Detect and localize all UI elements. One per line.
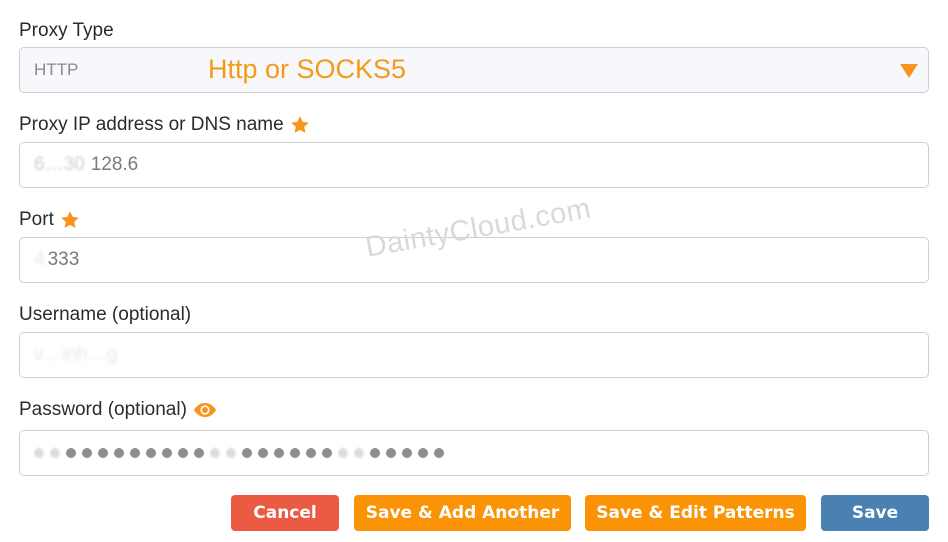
password-label: Password (optional) [19, 399, 217, 421]
password-dot [178, 448, 188, 458]
password-dot [242, 448, 252, 458]
username-label: Username (optional) [19, 304, 191, 326]
proxy-host-value-obscured: 6…30 [34, 154, 85, 175]
save-and-add-another-button[interactable]: Save & Add Another [354, 495, 571, 531]
password-dot [434, 448, 444, 458]
password-dot [322, 448, 332, 458]
password-dot [98, 448, 108, 458]
proxy-host-label-text: Proxy IP address or DNS name [19, 114, 284, 135]
port-input[interactable]: 4 333 [19, 237, 929, 283]
password-dot [274, 448, 284, 458]
username-value-obscured: v…inh…g [34, 344, 118, 365]
save-button[interactable]: Save [821, 495, 929, 531]
proxy-type-annotation: Http or SOCKS5 [208, 54, 407, 84]
proxy-type-selected-value: HTTP [34, 60, 79, 79]
password-dot [114, 448, 124, 458]
port-value: 333 [47, 249, 80, 270]
proxy-settings-form: Proxy Type HTTP Http or SOCKS5 Proxy IP … [0, 0, 948, 542]
password-label-text: Password (optional) [19, 399, 187, 420]
cancel-button[interactable]: Cancel [231, 495, 339, 531]
password-dot [290, 448, 300, 458]
proxy-host-label: Proxy IP address or DNS name [19, 114, 310, 136]
save-and-edit-patterns-button[interactable]: Save & Edit Patterns [585, 495, 806, 531]
password-masked-value [34, 448, 444, 458]
username-input[interactable]: v…inh…g [19, 332, 929, 378]
password-dot [306, 448, 316, 458]
password-dot [418, 448, 428, 458]
password-dot [162, 448, 172, 458]
password-dot [370, 448, 380, 458]
proxy-type-label-text: Proxy Type [19, 20, 114, 41]
password-dot [66, 448, 76, 458]
password-dot-obscured [34, 448, 44, 458]
password-dot-obscured [226, 448, 236, 458]
username-label-text: Username (optional) [19, 304, 192, 325]
proxy-host-input[interactable]: 6…30 128.6 [19, 142, 929, 188]
port-label: Port [19, 209, 80, 231]
proxy-type-label: Proxy Type [19, 20, 114, 42]
password-dot [194, 448, 204, 458]
password-dot-obscured [338, 448, 348, 458]
password-dot [82, 448, 92, 458]
caret-down-icon[interactable] [900, 64, 918, 78]
password-input[interactable] [19, 430, 929, 476]
star-icon [61, 211, 79, 228]
password-dot-obscured [50, 448, 60, 458]
eye-icon[interactable] [193, 401, 217, 419]
proxy-host-value: 128.6 [90, 154, 139, 175]
password-dot [130, 448, 140, 458]
password-dot [258, 448, 268, 458]
password-dot [386, 448, 396, 458]
password-dot-obscured [210, 448, 220, 458]
port-value-obscured: 4 [34, 249, 45, 270]
password-dot [402, 448, 412, 458]
star-icon [290, 116, 309, 133]
proxy-type-select[interactable]: HTTP [19, 47, 929, 93]
port-label-text: Port [19, 209, 54, 230]
password-dot [146, 448, 156, 458]
password-dot-obscured [354, 448, 364, 458]
